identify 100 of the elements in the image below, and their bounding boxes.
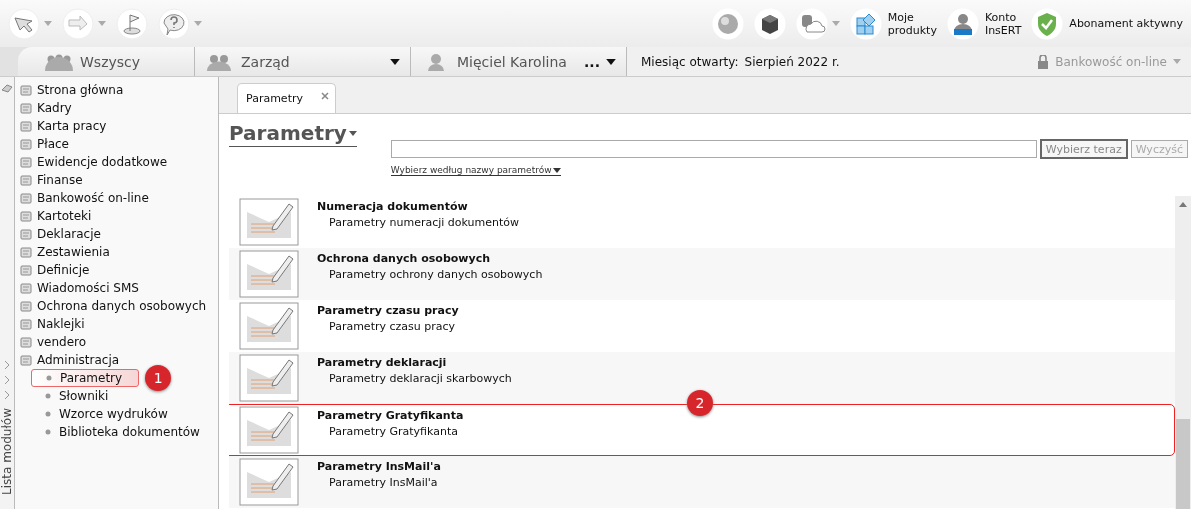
caret-icon bbox=[44, 21, 52, 26]
globe-icon bbox=[711, 7, 744, 40]
scroll-up-icon[interactable] bbox=[1179, 202, 1187, 207]
month-label: Miesiąc otwarty: bbox=[641, 54, 739, 69]
caret-icon bbox=[831, 21, 840, 26]
caret-icon bbox=[194, 21, 202, 26]
bullet-icon bbox=[45, 429, 51, 435]
module-item[interactable]: Wiadomości SMS bbox=[15, 279, 218, 297]
shield-check-icon bbox=[1031, 7, 1064, 40]
tiles-icon bbox=[849, 7, 882, 40]
parameter-description: Parametry czasu pracy bbox=[328, 320, 457, 333]
rail-label[interactable]: Lista modułów bbox=[0, 408, 14, 495]
flag-icon bbox=[116, 7, 148, 40]
parameter-description: Parametry deklaracji skarbowych bbox=[328, 372, 512, 385]
parameter-title: Parametry InsMail'a bbox=[317, 460, 441, 473]
module-icon bbox=[19, 83, 33, 97]
module-icon bbox=[19, 335, 33, 349]
submodule-item[interactable]: Słowniki bbox=[31, 388, 125, 404]
module-item[interactable]: Płace bbox=[15, 135, 218, 153]
module-icon bbox=[19, 353, 33, 367]
parameter-row[interactable]: Numeracja dokumentów Parametry numeracji dokumentów bbox=[229, 196, 1175, 248]
toolbar-button[interactable]: Moje produkty bbox=[849, 7, 937, 40]
chevron-icon[interactable] bbox=[4, 360, 10, 371]
module-item[interactable]: Zestawienia bbox=[15, 243, 218, 261]
module-icon bbox=[19, 137, 33, 151]
module-icon bbox=[19, 245, 33, 259]
module-item[interactable]: Ewidencje dodatkowe bbox=[15, 153, 218, 171]
filter-link[interactable]: Wybierz według nazwy parametrów bbox=[390, 165, 561, 176]
lock-icon bbox=[1037, 54, 1050, 69]
submodule-item[interactable]: Wzorce wydruków bbox=[31, 406, 184, 422]
caret-icon bbox=[98, 21, 106, 26]
module-item[interactable]: Finanse bbox=[15, 171, 218, 189]
scrollbar[interactable] bbox=[1175, 196, 1191, 509]
caret-icon bbox=[390, 58, 400, 65]
module-icon bbox=[19, 119, 33, 133]
toolbar-button[interactable]: Abonament aktywny bbox=[1031, 7, 1183, 40]
submodule-item[interactable]: Biblioteka dokumentów bbox=[31, 424, 216, 440]
parameter-title: Numeracja dokumentów bbox=[317, 200, 469, 213]
group-selector[interactable]: Wszyscy bbox=[18, 47, 195, 76]
document-tab[interactable]: Parametry bbox=[237, 83, 336, 113]
module-item[interactable]: Strona główna bbox=[15, 81, 218, 99]
close-icon[interactable] bbox=[321, 92, 329, 100]
pin-icon[interactable] bbox=[1, 83, 13, 93]
module-icon bbox=[19, 263, 33, 277]
parameter-row[interactable]: Ochrona danych osobowych Parametry ochrony danych osobowych bbox=[229, 248, 1175, 300]
month-value: Sierpień 2022 r. bbox=[744, 54, 840, 69]
page-heading[interactable]: Parametry bbox=[229, 120, 357, 147]
module-icon bbox=[19, 101, 33, 115]
module-item[interactable]: vendero bbox=[15, 333, 218, 351]
module-item[interactable]: Naklejki bbox=[15, 315, 218, 333]
caret-icon bbox=[606, 58, 616, 65]
parameter-description: Parametry InsMail'a bbox=[328, 476, 439, 489]
module-item[interactable]: Karta pracy bbox=[15, 117, 218, 135]
cube-icon bbox=[753, 7, 786, 40]
parameter-title: Parametry Gratyfikanta bbox=[317, 409, 464, 422]
help-icon bbox=[158, 7, 190, 40]
bullet-icon bbox=[45, 393, 51, 399]
search-field[interactable] bbox=[390, 140, 1037, 158]
module-item[interactable]: Kadry bbox=[15, 99, 218, 117]
callout-badge: 1 bbox=[145, 365, 172, 391]
group-selector[interactable]: Zarząd bbox=[195, 47, 411, 76]
group-selector[interactable]: Mięciel Karolina ... bbox=[411, 47, 627, 76]
module-item[interactable]: Bankowość on-line bbox=[15, 189, 218, 207]
document-pencil-icon bbox=[239, 250, 299, 298]
parameter-row[interactable]: Parametry InsMail'a Parametry InsMail'a bbox=[229, 456, 1175, 508]
module-icon bbox=[19, 191, 33, 205]
module-icon bbox=[19, 173, 33, 187]
module-item[interactable]: Deklaracje bbox=[15, 225, 218, 243]
document-pencil-icon bbox=[239, 406, 299, 454]
bullet-icon bbox=[45, 411, 51, 417]
module-item[interactable]: Definicje bbox=[15, 261, 218, 279]
chevron-icon[interactable] bbox=[4, 375, 10, 386]
user-icon bbox=[946, 7, 979, 40]
parameter-description: Parametry Gratyfikanta bbox=[328, 425, 459, 438]
toolbar-button[interactable]: Konto InsERT bbox=[946, 7, 1022, 40]
module-icon bbox=[19, 155, 33, 169]
bullet-icon bbox=[46, 375, 52, 381]
chevron-icon[interactable] bbox=[4, 390, 10, 401]
parameter-row[interactable]: Parametry czasu pracy Parametry czasu pracy bbox=[229, 300, 1175, 352]
cursor-icon bbox=[8, 7, 40, 40]
module-item[interactable]: Kartoteki bbox=[15, 207, 218, 225]
module-icon bbox=[19, 227, 33, 241]
document-pencil-icon bbox=[239, 354, 299, 402]
module-icon bbox=[19, 281, 33, 295]
module-icon bbox=[19, 209, 33, 223]
document-pencil-icon bbox=[239, 302, 299, 350]
module-icon bbox=[19, 317, 33, 331]
parameter-description: Parametry numeracji dokumentów bbox=[328, 216, 520, 229]
parameter-description: Parametry ochrony danych osobowych bbox=[328, 268, 543, 281]
cloud-database-icon bbox=[795, 7, 828, 40]
caret-icon bbox=[348, 130, 357, 136]
module-icon bbox=[19, 299, 33, 313]
module-item[interactable]: Ochrona danych osobowych bbox=[15, 297, 218, 315]
document-pencil-icon bbox=[239, 458, 299, 506]
parameter-title: Parametry deklaracji bbox=[317, 356, 448, 369]
submodule-item[interactable]: Parametry bbox=[31, 369, 140, 387]
toolbar-button[interactable] bbox=[753, 7, 786, 40]
parameter-title: Parametry czasu pracy bbox=[317, 304, 459, 317]
caret-icon bbox=[1173, 59, 1181, 64]
caret-icon bbox=[552, 167, 561, 173]
